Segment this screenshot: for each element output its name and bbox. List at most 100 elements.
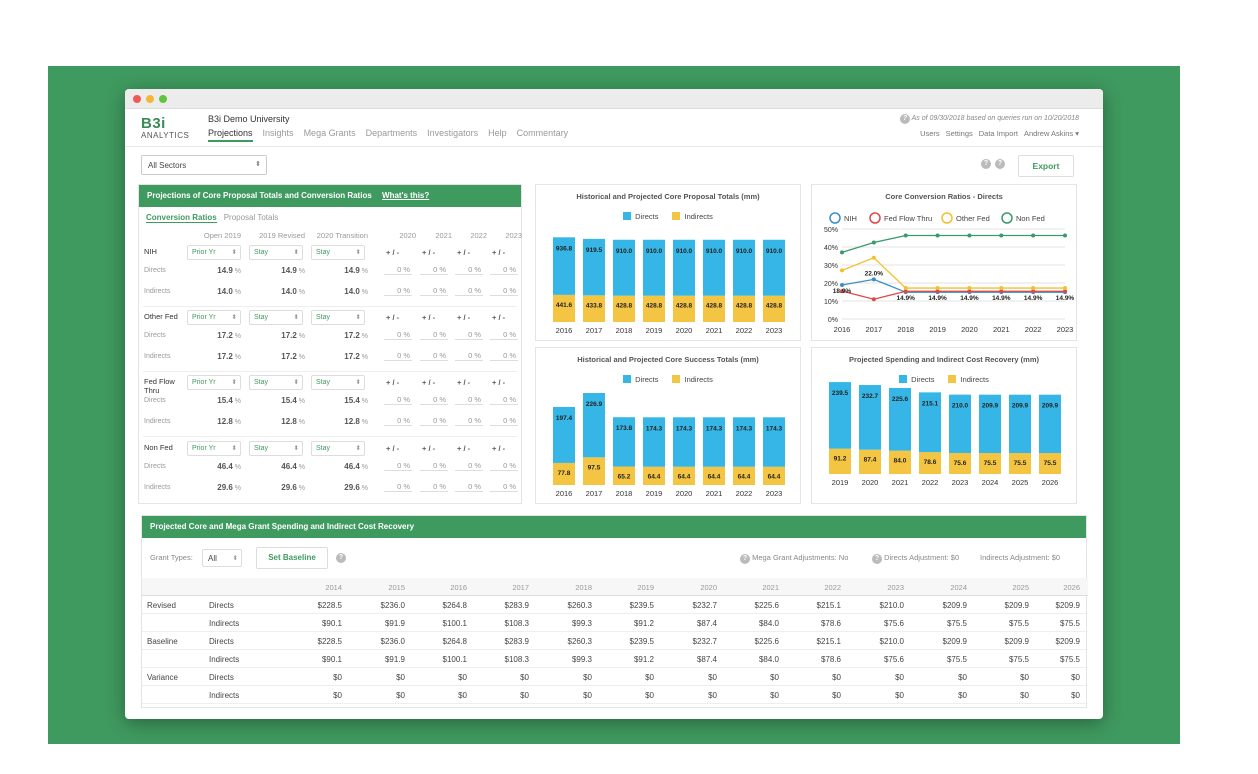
adjust-toggle[interactable]: + / - (492, 444, 505, 453)
adjust-toggle[interactable]: + / - (492, 313, 505, 322)
adjust-toggle[interactable]: + / - (492, 378, 505, 387)
ratio-input[interactable]: 0 % (455, 461, 483, 471)
ratio-input[interactable]: 0 % (384, 482, 412, 492)
ratio-input[interactable]: 0 % (455, 482, 483, 492)
user-menu[interactable]: Andrew Askins ▾ (1024, 129, 1079, 138)
ratio-input[interactable]: 0 % (490, 416, 518, 426)
tab-conversion-ratios[interactable]: Conversion Ratios (146, 213, 217, 223)
percent-sign: % (437, 416, 446, 425)
help-icon[interactable]: ? (995, 159, 1005, 169)
ratio-input[interactable]: 0 % (420, 330, 448, 340)
help-icon[interactable]: ? (872, 554, 882, 564)
ratio-input[interactable]: 0 % (455, 265, 483, 275)
ratio-input[interactable]: 0 % (384, 461, 412, 471)
adjust-toggle[interactable]: + / - (422, 313, 435, 322)
rule-select[interactable]: Stay ⬍ (249, 441, 303, 456)
tab-proposal-totals[interactable]: Proposal Totals (224, 213, 279, 223)
rule-select[interactable]: Stay ⬍ (249, 375, 303, 390)
adjust-toggle[interactable]: + / - (422, 378, 435, 387)
adjust-toggle[interactable]: + / - (386, 378, 399, 387)
nav-data-import[interactable]: Data Import (979, 129, 1018, 138)
ratio-input[interactable]: 0 % (490, 395, 518, 405)
adjust-toggle[interactable]: + / - (386, 313, 399, 322)
ratio-input[interactable]: 0 % (384, 286, 412, 296)
nav-commentary[interactable]: Commentary (517, 128, 569, 142)
rule-select[interactable]: Stay ⬍ (311, 245, 365, 260)
rule-select[interactable]: Stay ⬍ (311, 310, 365, 325)
ratio-input[interactable]: 0 % (384, 351, 412, 361)
percent-sign: % (507, 461, 516, 470)
adjust-toggle[interactable]: + / - (386, 444, 399, 453)
rule-select[interactable]: Stay ⬍ (249, 310, 303, 325)
ratio-input[interactable]: 0 % (455, 286, 483, 296)
nav-projections[interactable]: Projections (208, 128, 253, 142)
data-label: 22.0% (865, 270, 884, 277)
ratio-input[interactable]: 0 % (455, 351, 483, 361)
grant-types-select[interactable]: All ⬍ (202, 549, 242, 567)
ratio-input[interactable]: 0 % (384, 416, 412, 426)
help-icon[interactable]: ? (336, 553, 346, 563)
sector-select[interactable]: All Sectors ⬍ (141, 155, 267, 175)
ratio-input[interactable]: 0 % (420, 416, 448, 426)
rule-select[interactable]: Stay ⬍ (311, 375, 365, 390)
ratio-input[interactable]: 0 % (490, 330, 518, 340)
ratio-input[interactable]: 0 % (455, 395, 483, 405)
adjust-toggle[interactable]: + / - (457, 378, 470, 387)
ratio-input[interactable]: 0 % (384, 330, 412, 340)
rule-select[interactable]: Prior Yr ⬍ (187, 245, 241, 260)
nav-help[interactable]: Help (488, 128, 507, 142)
rule-select[interactable]: Prior Yr ⬍ (187, 310, 241, 325)
ratio-input[interactable]: 0 % (490, 265, 518, 275)
adjust-toggle[interactable]: + / - (457, 444, 470, 453)
nav-settings[interactable]: Settings (946, 129, 973, 138)
ratio-input[interactable]: 0 % (420, 482, 448, 492)
adjust-toggle[interactable]: + / - (422, 444, 435, 453)
nav-users[interactable]: Users (920, 129, 940, 138)
adjust-toggle[interactable]: + / - (422, 248, 435, 257)
adjust-toggle[interactable]: + / - (457, 248, 470, 257)
nav-departments[interactable]: Departments (366, 128, 418, 142)
table-cell: $0 (396, 691, 405, 700)
legend-marker (869, 212, 881, 224)
ratio-input[interactable]: 0 % (420, 265, 448, 275)
rule-select[interactable]: Stay ⬍ (311, 441, 365, 456)
help-icon[interactable]: ? (740, 554, 750, 564)
ratio-input[interactable]: 0 % (455, 330, 483, 340)
help-icon[interactable]: ? (981, 159, 991, 169)
help-icon[interactable]: ? (899, 114, 910, 124)
series-point (1031, 233, 1036, 238)
export-button[interactable]: Export (1018, 155, 1074, 177)
ratio-input[interactable]: 0 % (384, 395, 412, 405)
rule-select[interactable]: Stay ⬍ (249, 245, 303, 260)
ratio-input[interactable]: 0 % (420, 286, 448, 296)
top-help-icons: ? ? (981, 159, 1005, 169)
ratio-input[interactable]: 0 % (490, 351, 518, 361)
minimize-window-icon[interactable] (146, 95, 154, 103)
ratio-input[interactable]: 0 % (420, 461, 448, 471)
ratio-input[interactable]: 0 % (420, 395, 448, 405)
university-name: B3i Demo University (208, 114, 290, 124)
maximize-window-icon[interactable] (159, 95, 167, 103)
ratio-input[interactable]: 0 % (384, 265, 412, 275)
adjust-toggle[interactable]: + / - (386, 248, 399, 257)
percent-sign: % (437, 265, 446, 274)
rule-select[interactable]: Prior Yr ⬍ (187, 375, 241, 390)
ratio-value: 15.4 % (197, 396, 241, 405)
b3i-logo[interactable]: B3i ANALYTICS (141, 115, 193, 141)
ratio-input[interactable]: 0 % (420, 351, 448, 361)
adjust-toggle[interactable]: + / - (457, 313, 470, 322)
whats-this-link[interactable]: What's this? (382, 191, 429, 200)
ratio-input[interactable]: 0 % (455, 416, 483, 426)
x-tick-label: 2018 (616, 326, 633, 335)
ratio-input[interactable]: 0 % (490, 461, 518, 471)
x-tick-label: 2018 (897, 325, 914, 334)
nav-investigators[interactable]: Investigators (427, 128, 478, 142)
set-baseline-button[interactable]: Set Baseline (256, 547, 328, 569)
rule-select[interactable]: Prior Yr ⬍ (187, 441, 241, 456)
nav-mega-grants[interactable]: Mega Grants (304, 128, 356, 142)
nav-insights[interactable]: Insights (263, 128, 294, 142)
ratio-input[interactable]: 0 % (490, 482, 518, 492)
ratio-input[interactable]: 0 % (490, 286, 518, 296)
close-window-icon[interactable] (133, 95, 141, 103)
adjust-toggle[interactable]: + / - (492, 248, 505, 257)
